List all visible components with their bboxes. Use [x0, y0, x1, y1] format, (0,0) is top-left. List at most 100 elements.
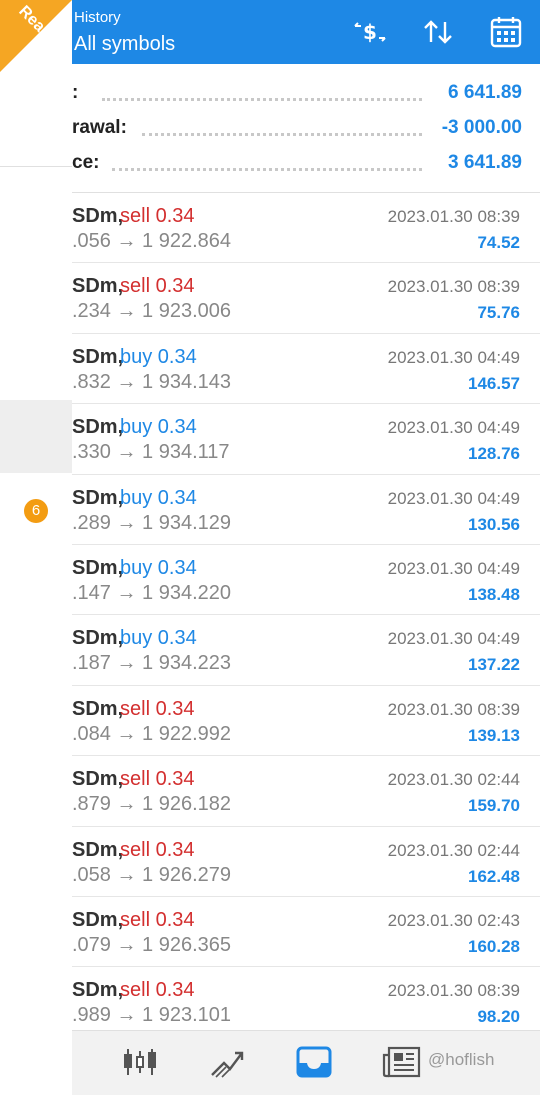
drawer-selected-item[interactable] [0, 400, 72, 473]
trade-prices: .832 → 1 934.143 [72, 370, 232, 393]
trade-row[interactable]: SDm, sell 0.34 .056 → 1 922.864 2023.01.30 … [72, 193, 540, 264]
trade-profit: 139.13 [468, 725, 520, 745]
trade-history-list: SDm, sell 0.34.056 → 1 922.864 2023.01.30 … [72, 193, 540, 1038]
trade-symbol: SDm, [72, 627, 124, 650]
trade-time: 2023.01.30 08:39 [387, 277, 520, 297]
trade-symbol: SDm, [72, 697, 124, 720]
trade-prices: .187 → 1 934.223 [72, 652, 232, 675]
calendar-icon[interactable] [488, 16, 524, 48]
trade-side: sell 0.34 [120, 979, 195, 1002]
sort-icon[interactable] [420, 16, 456, 48]
trade-time: 2023.01.30 04:49 [387, 347, 520, 367]
trade-row[interactable]: SDm, sell 0.34.989 → 1 923.101 2023.01.30 … [72, 967, 540, 1038]
trade-time: 2023.01.30 02:44 [387, 770, 520, 790]
trade-prices: .084 → 1 922.992 [72, 722, 232, 745]
trade-side: buy 0.34 [120, 627, 197, 650]
trade-profit: 138.48 [468, 584, 520, 604]
summary-row-withdrawal: rawal: -3 000.00 [72, 117, 522, 147]
trade-time: 2023.01.30 04:49 [387, 488, 520, 508]
trade-time: 2023.01.30 08:39 [387, 207, 520, 226]
trade-side: sell 0.34 [120, 205, 195, 227]
navigation-drawer: 6 [0, 0, 72, 1094]
trade-profit: 75.76 [477, 303, 520, 323]
trade-side: sell 0.34 [120, 697, 195, 720]
trade-side: sell 0.34 [120, 908, 195, 931]
trade-profit: 130.56 [468, 514, 520, 534]
trade-side: sell 0.34 [120, 768, 195, 791]
trade-symbol: SDm, [72, 838, 124, 861]
trade-symbol: SDm, [72, 768, 124, 791]
trade-row[interactable]: SDm, sell 0.34.234 → 1 923.006 2023.01.30 … [72, 263, 540, 334]
trade-profit: 98.20 [477, 1007, 520, 1027]
currency-exchange-icon[interactable]: $ [352, 16, 388, 48]
trade-symbol: SDm, [72, 979, 124, 1002]
trade-prices: .989 → 1 923.101 [72, 1004, 232, 1027]
page-subtitle: History [74, 9, 121, 26]
trade-profit: 159.70 [468, 796, 520, 816]
summary-value: -3 000.00 [441, 117, 522, 138]
trade-row[interactable]: SDm, sell 0.34.058 → 1 926.279 2023.01.30 … [72, 827, 540, 897]
trade-side: sell 0.34 [120, 275, 195, 298]
dotted-leader [142, 133, 422, 138]
trade-symbol: SDm, [72, 275, 124, 298]
trade-prices: .289 → 1 934.129 [72, 511, 232, 534]
trade-time: 2023.01.30 08:39 [387, 981, 520, 1001]
trade-prices: .147 → 1 934.220 [72, 581, 232, 604]
trade-prices: .056 → 1 922.864 [72, 230, 232, 252]
chart-trend-icon[interactable] [208, 1045, 248, 1079]
trade-symbol: SDm, [72, 416, 124, 439]
summary-row-balance: ce: 3 641.89 [72, 152, 522, 182]
trade-profit: 128.76 [468, 444, 520, 464]
trade-time: 2023.01.30 02:44 [387, 840, 520, 860]
news-icon[interactable] [382, 1045, 422, 1079]
trade-symbol: SDm, [72, 205, 124, 227]
dotted-leader [112, 168, 422, 173]
summary-row-deposit: : 6 641.89 [72, 82, 522, 112]
trade-side: buy 0.34 [120, 416, 197, 439]
trade-time: 2023.01.30 04:49 [387, 558, 520, 578]
trade-side: sell 0.34 [120, 838, 195, 861]
trade-prices: .330 → 1 934.117 [72, 441, 230, 464]
top-bar: History All symbols $ [72, 0, 540, 64]
watermark: @hoflish [428, 1050, 495, 1069]
summary-value: 3 641.89 [448, 152, 522, 173]
trade-time: 2023.01.30 02:43 [387, 910, 520, 930]
trade-time: 2023.01.30 04:49 [387, 418, 520, 438]
summary-value: 6 641.89 [448, 82, 522, 103]
trade-time: 2023.01.30 08:39 [387, 699, 520, 719]
trade-side: buy 0.34 [120, 345, 197, 368]
dotted-leader [102, 98, 422, 103]
trade-side: buy 0.34 [120, 486, 197, 509]
trade-prices: .058 → 1 926.279 [72, 863, 232, 886]
trade-profit: 162.48 [468, 866, 520, 886]
svg-text:$: $ [363, 20, 377, 44]
trade-symbol: SDm, [72, 345, 124, 368]
trade-side: buy 0.34 [120, 556, 197, 579]
notification-badge: 6 [24, 499, 48, 523]
trade-symbol: SDm, [72, 556, 124, 579]
trade-row[interactable]: SDm, sell 0.34.084 → 1 922.992 2023.01.30 … [72, 686, 540, 757]
drawer-divider [0, 166, 72, 167]
trade-prices: .079 → 1 926.365 [72, 933, 232, 956]
summary-label: rawal: [72, 117, 127, 138]
trade-row[interactable]: SDm, buy 0.34.330 → 1 934.117 2023.01.30 0… [72, 404, 540, 475]
trade-prices: .879 → 1 926.182 [72, 793, 232, 816]
trade-profit: 146.57 [468, 373, 520, 393]
trade-row[interactable]: SDm, buy 0.34.832 → 1 934.143 2023.01.30 0… [72, 334, 540, 405]
symbol-filter[interactable]: All symbols [74, 33, 175, 56]
trade-row[interactable]: SDm, buy 0.34.289 → 1 934.129 2023.01.30 0… [72, 475, 540, 545]
balance-summary: : 6 641.89 rawal: -3 000.00 ce: 3 641.89 [72, 64, 540, 193]
trade-prices: .234 → 1 923.006 [72, 300, 232, 323]
trade-time: 2023.01.30 04:49 [387, 629, 520, 649]
trade-row[interactable]: SDm, sell 0.34.879 → 1 926.182 2023.01.30 … [72, 756, 540, 827]
summary-label: : [72, 82, 79, 103]
trade-row[interactable]: SDm, sell 0.34.079 → 1 926.365 2023.01.30 … [72, 897, 540, 968]
summary-label: ce: [72, 152, 100, 173]
trade-profit: 160.28 [468, 936, 520, 956]
trade-row[interactable]: SDm, buy 0.34.147 → 1 934.220 2023.01.30 0… [72, 545, 540, 616]
trade-row[interactable]: SDm, buy 0.34.187 → 1 934.223 2023.01.30 0… [72, 615, 540, 686]
history-inbox-icon[interactable] [294, 1045, 334, 1079]
trade-profit: 137.22 [468, 655, 520, 675]
trade-profit: 74.52 [477, 233, 520, 252]
quotes-candles-icon[interactable] [120, 1045, 160, 1079]
